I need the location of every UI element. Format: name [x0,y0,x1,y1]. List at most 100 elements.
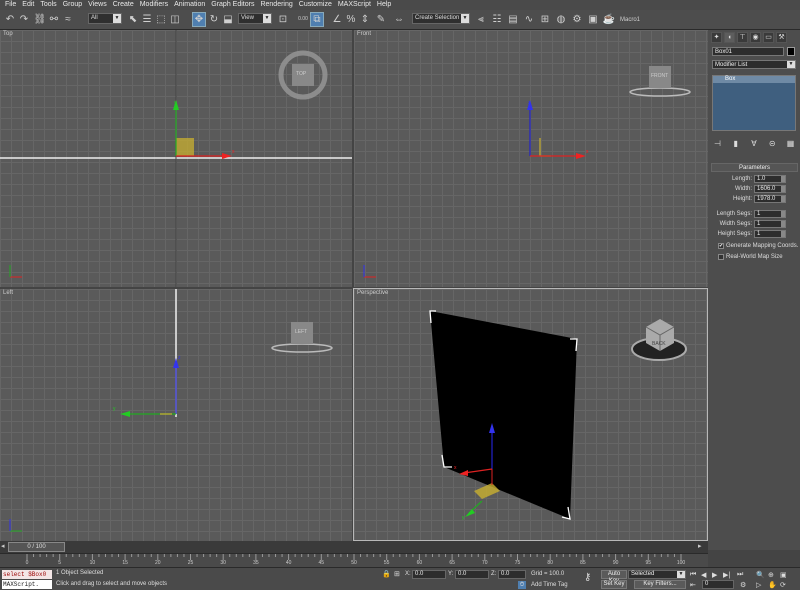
layer-manager-icon[interactable]: ☷ [490,12,504,27]
maxscript-listener-input[interactable]: select $Box0 [2,570,52,579]
key-mode-dropdown[interactable]: Selected ▼ [628,570,686,579]
link-icon[interactable]: ⛓ [33,12,47,27]
add-time-tag-button[interactable]: Add Time Tag [531,582,568,588]
select-and-scale-icon[interactable]: ⬓ [221,12,235,27]
height-spinner[interactable]: 1978.0 [754,195,786,203]
next-frame-button-icon[interactable]: ▶| [723,571,730,579]
absolute-transform-icon[interactable]: ⊞ [394,570,400,578]
angle-snap-icon[interactable]: ∠ [330,12,344,27]
zoom-all-icon[interactable]: ⊕ [768,571,774,579]
go-to-start-icon[interactable]: ⏮ [690,571,696,579]
selection-filter-dropdown[interactable]: All ▼ [88,13,122,24]
viewport-left[interactable]: Left y z LEFT [0,289,352,541]
menu-edit[interactable]: Edit [19,0,37,10]
pivot-center-icon[interactable]: ⊡ [276,12,290,27]
object-color-swatch[interactable] [787,47,795,56]
menu-tools[interactable]: Tools [37,0,59,10]
time-tag-icon[interactable]: ⏱ [518,581,526,589]
create-tab-icon[interactable]: ✦ [711,31,722,43]
x-coord-field[interactable]: 0.0 [412,570,446,579]
parameters-rollout[interactable]: Parameters [711,163,798,172]
modifier-stack[interactable]: Box [712,75,796,131]
pin-stack-icon[interactable]: ⊣ [712,138,723,149]
rectangular-selection-icon[interactable]: ⬚ [154,12,168,27]
select-and-rotate-icon[interactable]: ↻ [207,12,221,27]
lock-selection-icon[interactable]: 🔒 [382,570,391,578]
menu-maxscript[interactable]: MAXScript [335,0,374,10]
stack-item-box[interactable]: Box [713,76,795,83]
macro-button[interactable]: Macro1 [618,12,642,27]
reference-coordinate-dropdown[interactable]: View ▼ [238,13,272,24]
zoom-icon[interactable]: 🔍 [756,571,765,579]
menu-create[interactable]: Create [110,0,137,10]
curve-editor-icon[interactable]: ∿ [522,12,536,27]
length-spinner[interactable]: 1.0 [754,175,786,183]
viewcube-persp-face[interactable]: BACK [652,341,666,347]
key-filters-button[interactable]: Key Filters... [634,580,686,589]
next-frame-icon[interactable]: ▸ [698,542,702,550]
key-icon[interactable]: ⚷ [584,572,591,583]
pan-view-icon[interactable]: ✋ [768,581,777,589]
configure-sets-icon[interactable]: ▦ [785,138,796,149]
percent-snap-icon[interactable]: % [344,12,358,27]
field-of-view-icon[interactable]: ▷ [756,581,761,589]
viewcube-front-face[interactable]: FRONT [651,73,668,79]
y-coord-field[interactable]: 0.0 [455,570,489,579]
window-crossing-icon[interactable]: ◫ [168,12,182,27]
redo-icon[interactable]: ↷ [17,12,31,27]
render-setup-icon[interactable]: ⚙ [570,12,584,27]
length-segs-spinner[interactable]: 1 [754,210,786,218]
undo-icon[interactable]: ↶ [3,12,17,27]
height-segs-spinner[interactable]: 1 [754,230,786,238]
track-bar[interactable]: 0 5 10 15 20 25 30 35 40 45 50 55 60 65 70 75 80 85 90 95 10… [0,553,708,567]
viewport-perspective[interactable]: Perspective x y BACK [353,288,708,541]
go-to-end-icon[interactable]: ⏭ [737,571,743,579]
named-selection-icon[interactable]: ✎ [374,12,388,27]
maxscript-listener-output[interactable]: MAXScript. [2,580,52,589]
orbit-icon[interactable]: ⟳ [780,581,786,589]
menu-modifiers[interactable]: Modifiers [137,0,171,10]
time-config-icon[interactable]: ⚙ [740,581,746,589]
viewport-top[interactable]: Top y x TOP [0,30,352,287]
width-segs-spinner[interactable]: 1 [754,220,786,228]
graphite-ribbon-icon[interactable]: ▤ [506,12,520,27]
motion-tab-icon[interactable]: ◉ [750,31,761,43]
menu-views[interactable]: Views [85,0,110,10]
z-coord-field[interactable]: 0.0 [498,570,526,579]
align-icon[interactable]: ⫷ [474,12,488,27]
generate-mapping-checkbox[interactable]: ✔ Generate Mapping Coords. [718,243,798,249]
snaps-toggle-icon[interactable]: ⧉ [310,12,324,27]
menu-customize[interactable]: Customize [296,0,335,10]
time-slider[interactable]: 0 / 100 [8,542,65,552]
material-editor-icon[interactable]: ◍ [554,12,568,27]
utilities-tab-icon[interactable]: ⚒ [776,31,787,43]
set-key-button[interactable]: Set Key [601,580,627,589]
named-selection-dropdown[interactable]: Create Selection Se ▼ [412,13,470,24]
schematic-view-icon[interactable]: ⊞ [538,12,552,27]
modifier-list-dropdown[interactable]: Modifier List ▼ [712,60,796,69]
viewcube-left-face[interactable]: LEFT [295,329,307,335]
play-icon[interactable]: ▶ [712,571,717,579]
menu-file[interactable]: File [2,0,19,10]
viewcube-top-face[interactable]: TOP [296,71,306,77]
menu-animation[interactable]: Animation [171,0,208,10]
auto-key-button[interactable]: Auto Key [601,570,627,584]
bind-space-warp-icon[interactable]: ≈ [61,12,75,27]
modify-tab-icon[interactable]: ◖ [724,31,735,43]
render-production-icon[interactable]: ☕ [602,12,616,27]
hierarchy-tab-icon[interactable]: ⊤ [737,31,748,43]
key-mode-toggle-icon[interactable]: ⇤ [690,581,696,589]
previous-frame-icon[interactable]: ◀ [701,571,706,579]
select-by-name-icon[interactable]: ☰ [140,12,154,27]
menu-graph-editors[interactable]: Graph Editors [208,0,257,10]
unlink-icon[interactable]: ⚯ [47,12,61,27]
width-spinner[interactable]: 1606.0 [754,185,786,193]
menu-rendering[interactable]: Rendering [257,0,295,10]
select-and-move-icon[interactable]: ✥ [192,12,206,27]
display-tab-icon[interactable]: ▭ [763,31,774,43]
remove-modifier-icon[interactable]: ⊝ [767,138,778,149]
spinner-snap-icon[interactable]: ⇕ [358,12,372,27]
rendered-frame-window-icon[interactable]: ▣ [586,12,600,27]
menu-group[interactable]: Group [60,0,85,10]
prev-frame-icon[interactable]: ◂ [1,542,5,550]
